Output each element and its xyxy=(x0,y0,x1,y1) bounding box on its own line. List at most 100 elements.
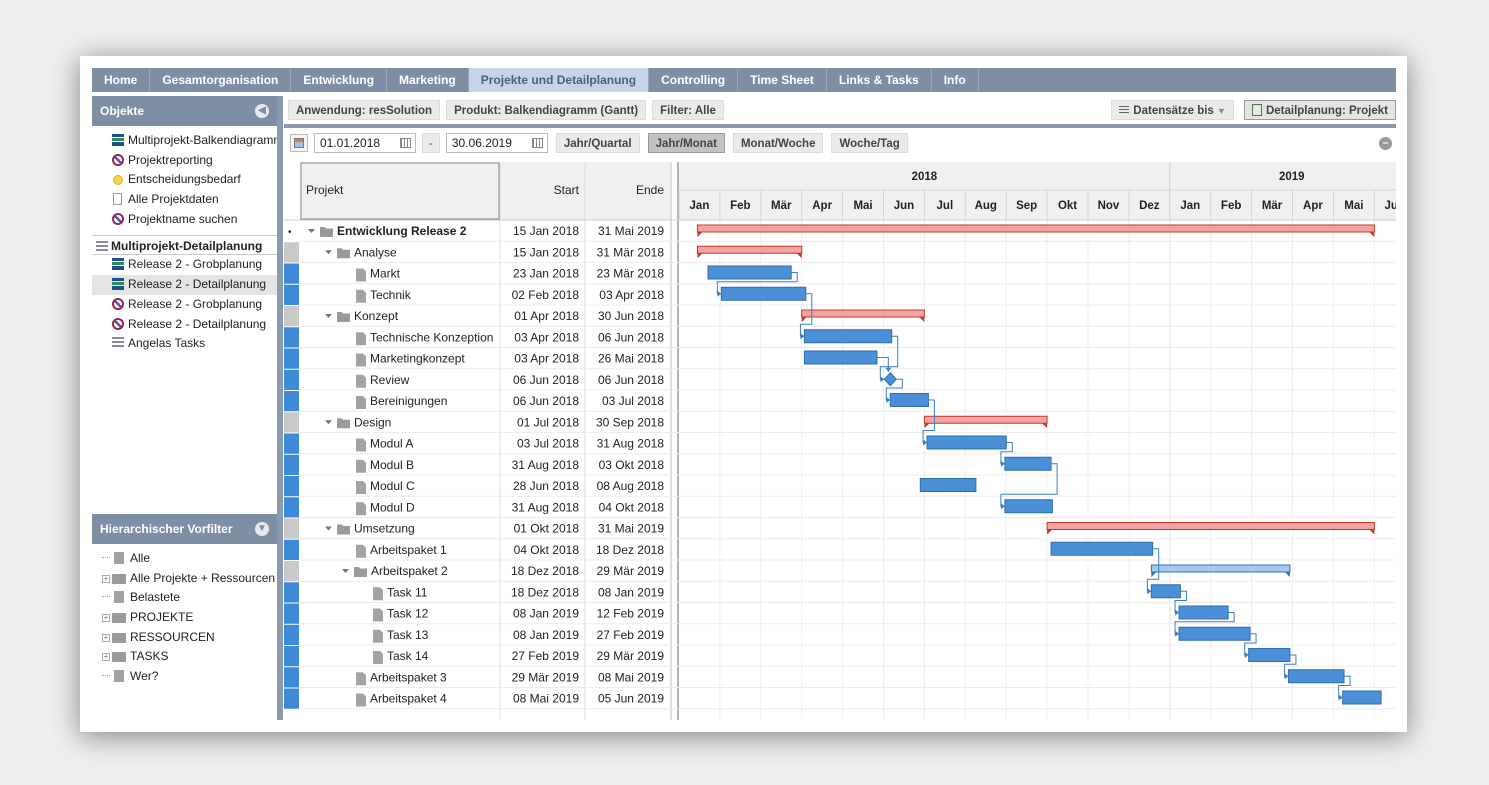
expand-icon[interactable]: + xyxy=(102,614,110,623)
summary-bar[interactable] xyxy=(696,224,1375,233)
row-selector[interactable] xyxy=(284,624,299,645)
minus-circle-icon[interactable]: – xyxy=(1379,137,1392,150)
row-selector[interactable] xyxy=(284,603,299,624)
scale-jahr-monat-button[interactable]: Jahr/Monat xyxy=(647,133,725,153)
task-bar[interactable] xyxy=(1150,584,1181,599)
task-bar[interactable] xyxy=(720,286,807,301)
task-bar[interactable] xyxy=(1178,626,1251,641)
nav-item-multiprojekt-balkendiagramm[interactable]: Multiprojekt-Balkendiagramm xyxy=(92,131,283,151)
task-bar[interactable] xyxy=(1288,669,1345,684)
milestone-marker[interactable] xyxy=(883,372,897,387)
filter-item-belastete[interactable]: Belastete xyxy=(92,588,277,608)
datepicker-icon[interactable] xyxy=(531,138,543,148)
task-bar[interactable] xyxy=(803,329,893,344)
tab-info[interactable]: Info xyxy=(932,68,979,92)
nav-item-release-2-grobplanung[interactable]: Release 2 - Grobplanung xyxy=(92,295,277,315)
task-bar[interactable] xyxy=(1342,690,1382,705)
calendar-icon[interactable] xyxy=(290,134,308,152)
row-selector[interactable] xyxy=(284,412,299,433)
row-selector[interactable] xyxy=(284,348,299,369)
row-selector[interactable] xyxy=(284,667,299,688)
filter-item-wer[interactable]: Wer? xyxy=(92,667,277,687)
summary-bar[interactable] xyxy=(696,245,803,254)
row-selector[interactable] xyxy=(284,688,299,709)
summary-bar[interactable] xyxy=(1046,522,1375,530)
row-selector[interactable] xyxy=(284,518,299,539)
row-selector[interactable] xyxy=(284,391,299,412)
row-selector[interactable] xyxy=(284,582,299,603)
filter-item-alle-projekte-ressourcen[interactable]: + Alle Projekte + Ressourcen xyxy=(92,569,277,589)
task-bar[interactable] xyxy=(707,265,792,280)
end-date-input[interactable]: 30.06.2019 xyxy=(445,133,548,153)
expand-arrow-icon[interactable] xyxy=(342,569,349,573)
panel-splitter[interactable] xyxy=(277,96,283,720)
row-selector[interactable] xyxy=(284,369,299,390)
view-button[interactable]: Detailplanung: Projekt xyxy=(1243,100,1396,120)
nav-item-projektname-suchen[interactable]: Projektname suchen xyxy=(92,210,277,230)
datepicker-icon[interactable] xyxy=(400,138,411,148)
row-selector[interactable] xyxy=(284,284,299,305)
records-dropdown[interactable]: Datensätze bis ▼ xyxy=(1111,100,1234,120)
scale-monat-woche-button[interactable]: Monat/Woche xyxy=(732,133,824,153)
task-bar[interactable] xyxy=(889,393,929,407)
nav-item-entscheidungsbedarf[interactable]: Entscheidungsbedarf xyxy=(92,170,277,190)
work-package-bar[interactable] xyxy=(1150,564,1291,573)
nav-item-angelas-tasks[interactable]: Angelas Tasks xyxy=(92,334,277,354)
tab-home[interactable]: Home xyxy=(92,68,151,92)
expand-arrow-icon[interactable] xyxy=(308,229,315,233)
scale-jahr-quartal-button[interactable]: Jahr/Quartal xyxy=(555,133,640,153)
expand-arrow-icon[interactable] xyxy=(325,420,332,425)
filter-item-ressourcen[interactable]: + RESSOURCEN xyxy=(92,628,277,648)
application-button[interactable]: Anwendung: resSolution xyxy=(288,100,441,120)
tab-entwicklung[interactable]: Entwicklung xyxy=(291,68,388,92)
expand-icon[interactable]: + xyxy=(102,574,110,583)
task-bar[interactable] xyxy=(1004,456,1052,471)
task-bar[interactable] xyxy=(803,350,878,365)
tab-projekte-und-detailplanung[interactable]: Projekte und Detailplanung xyxy=(468,68,650,92)
tab-time-sheet[interactable]: Time Sheet xyxy=(738,68,827,92)
tab-marketing[interactable]: Marketing xyxy=(387,68,469,92)
filter-panel-header[interactable]: Hierarchischer Vorfilter ▼ xyxy=(92,514,277,544)
filter-item-alle[interactable]: Alle xyxy=(92,549,277,569)
task-bar[interactable] xyxy=(1004,499,1053,514)
task-bar[interactable] xyxy=(1248,648,1291,662)
collapse-left-icon[interactable]: ◀ xyxy=(255,104,269,118)
summary-bar[interactable] xyxy=(801,309,925,318)
start-date-input[interactable]: 01.01.2018 xyxy=(314,133,416,153)
expand-icon[interactable]: + xyxy=(102,633,110,642)
product-button[interactable]: Produkt: Balkendiagramm (Gantt) xyxy=(446,100,647,120)
filter-button[interactable]: Filter: Alle xyxy=(652,100,724,120)
row-selector[interactable] xyxy=(284,306,299,327)
tab-gesamtorganisation[interactable]: Gesamtorganisation xyxy=(150,68,292,92)
tab-links-tasks[interactable]: Links & Tasks xyxy=(827,68,932,92)
nav-item-release-2-detailplanung[interactable]: Release 2 - Detailplanung xyxy=(92,275,277,295)
task-bar[interactable] xyxy=(1178,605,1229,620)
expand-arrow-icon[interactable] xyxy=(325,250,332,255)
summary-bar[interactable] xyxy=(923,415,1048,424)
expand-arrow-icon[interactable] xyxy=(325,526,332,531)
tab-controlling[interactable]: Controlling xyxy=(649,68,739,92)
row-selector[interactable] xyxy=(284,433,299,454)
task-bar[interactable] xyxy=(926,435,1007,450)
expand-icon[interactable]: + xyxy=(102,653,110,662)
row-selector[interactable] xyxy=(284,476,299,497)
row-selector[interactable] xyxy=(284,263,299,284)
row-selector[interactable] xyxy=(284,242,299,263)
nav-item-projektreporting[interactable]: Projektreporting xyxy=(92,151,277,171)
row-selector[interactable] xyxy=(284,539,299,560)
nav-item-release-2-grobplanung[interactable]: Release 2 - Grobplanung xyxy=(92,255,277,275)
row-selector[interactable] xyxy=(284,561,299,582)
row-selector[interactable] xyxy=(284,454,299,475)
row-selector[interactable] xyxy=(284,646,299,667)
nav-item-alle-projektdaten[interactable]: Alle Projektdaten xyxy=(92,190,277,210)
task-bar[interactable] xyxy=(919,478,977,492)
task-bar[interactable] xyxy=(1050,541,1154,556)
filter-item-projekte[interactable]: + PROJEKTE xyxy=(92,608,277,628)
expand-arrow-icon[interactable] xyxy=(325,314,332,318)
chevron-down-icon[interactable]: ▼ xyxy=(255,522,269,536)
section-header[interactable]: Multiprojekt-Detailplanung xyxy=(92,235,277,256)
objects-panel-header[interactable]: Objekte ◀ xyxy=(92,96,277,126)
row-selector[interactable] xyxy=(284,327,299,348)
nav-item-release-2-detailplanung[interactable]: Release 2 - Detailplanung xyxy=(92,315,277,335)
scale-woche-tag-button[interactable]: Woche/Tag xyxy=(831,133,908,153)
